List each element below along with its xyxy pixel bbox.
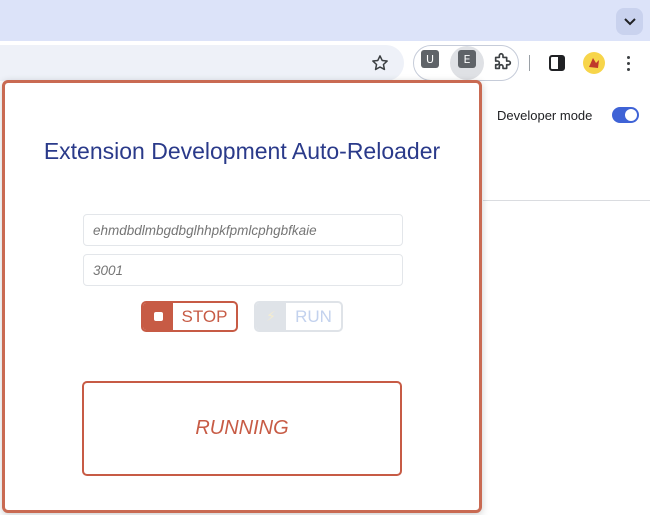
side-panel-button[interactable]: [548, 54, 566, 72]
toolbar-divider: [529, 55, 530, 71]
popup-title: Extension Development Auto-Reloader: [43, 138, 441, 164]
extensions-menu-button[interactable]: [492, 51, 514, 73]
profile-avatar[interactable]: [583, 52, 605, 74]
tab-strip: [0, 0, 650, 41]
developer-mode-toggle[interactable]: [612, 107, 639, 123]
bookmark-star-button[interactable]: [370, 53, 390, 73]
avatar-icon: [589, 58, 599, 68]
extension-u-button[interactable]: U: [421, 50, 439, 68]
run-button[interactable]: ⚡ RUN: [254, 301, 343, 332]
toggle-knob: [625, 109, 637, 121]
chevron-down-icon: [623, 17, 636, 25]
browser-window: U E Developer mode Extension Development…: [0, 0, 650, 515]
extension-id-input[interactable]: [83, 214, 403, 246]
tab-search-button[interactable]: [616, 8, 643, 35]
extension-e-button[interactable]: E: [458, 50, 476, 68]
page-divider: [483, 200, 650, 201]
extension-popup: Extension Development Auto-Reloader STOP…: [2, 80, 482, 513]
browser-toolbar: U E: [0, 41, 650, 85]
stop-button[interactable]: STOP: [141, 301, 238, 332]
status-display: RUNNING: [82, 381, 402, 476]
stop-button-label: STOP: [181, 306, 228, 326]
address-bar[interactable]: [0, 45, 404, 81]
port-input[interactable]: [83, 254, 403, 286]
side-panel-icon: [549, 55, 565, 71]
run-button-label: RUN: [295, 306, 332, 326]
stop-icon: [143, 303, 173, 330]
puzzle-icon: [494, 52, 512, 70]
lightning-icon: ⚡: [256, 303, 286, 330]
kebab-menu-icon[interactable]: [618, 52, 638, 74]
star-icon: [372, 55, 388, 71]
developer-mode-label: Developer mode: [497, 108, 593, 123]
